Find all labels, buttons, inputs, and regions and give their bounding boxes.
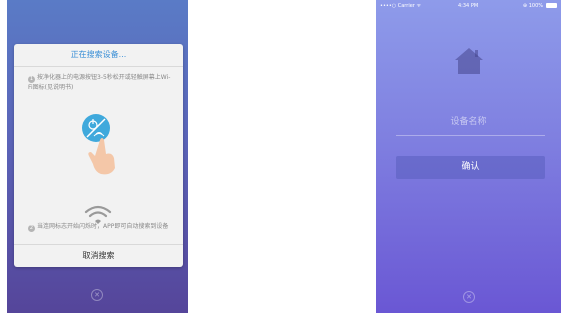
battery-label: ⊕ 100% (522, 3, 543, 9)
battery-icon (546, 3, 557, 8)
searching-dialog: 正在搜索设备... 1 按净化器上的电源按钮3-5秒松开或轻触屏幕上Wi-Fi图标… (14, 44, 183, 267)
hand-tap-icon (74, 106, 124, 180)
status-bar: ••••○ Carrier ᯤ 4:34 PM ⊕ 100% (376, 0, 561, 12)
step-1: 1 按净化器上的电源按钮3-5秒松开或轻触屏幕上Wi-Fi图标(见说明书) (28, 73, 174, 92)
right-phone-screen: ••••○ Carrier ᯤ 4:34 PM ⊕ 100% 设备名称 确认 ✕ (376, 0, 561, 313)
close-icon[interactable]: ✕ (91, 289, 103, 301)
dialog-title: 正在搜索设备... (14, 44, 183, 67)
left-phone-screen: 正在搜索设备... 1 按净化器上的电源按钮3-5秒松开或轻触屏幕上Wi-Fi图标… (7, 0, 188, 313)
confirm-button[interactable]: 确认 (396, 156, 545, 179)
step-number: 2 (28, 225, 35, 232)
home-icon (454, 47, 484, 79)
wifi-icon (84, 204, 112, 230)
device-name-underline (396, 135, 545, 136)
step-text: 按净化器上的电源按钮3-5秒松开或轻触屏幕上Wi-Fi图标(见说明书) (28, 74, 171, 91)
close-icon[interactable]: ✕ (463, 291, 475, 303)
cancel-search-button[interactable]: 取消搜索 (14, 244, 183, 267)
step-number: 1 (28, 76, 35, 83)
clock-label: 4:34 PM (458, 3, 479, 9)
device-name-label: 设备名称 (450, 117, 487, 127)
carrier-label: ••••○ Carrier ᯤ (380, 3, 422, 9)
